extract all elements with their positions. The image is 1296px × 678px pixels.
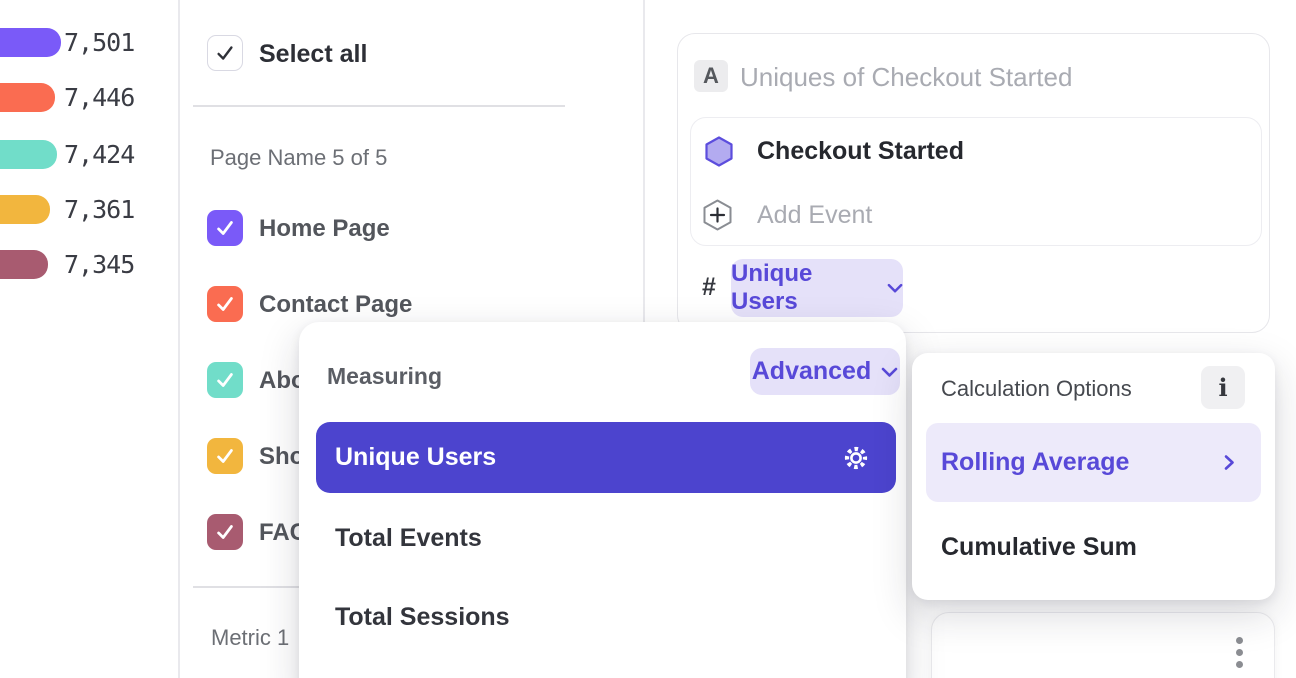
legend-value: 7,446 xyxy=(64,83,134,112)
section-divider xyxy=(193,105,565,107)
add-event-hexagon-plus-icon[interactable] xyxy=(702,199,733,231)
filter-checkbox[interactable] xyxy=(207,438,243,474)
menu-option-label: Unique Users xyxy=(335,443,496,472)
filter-item-label[interactable]: Sho xyxy=(259,443,304,471)
calculation-options-menu: Calculation Options i Rolling Average Cu… xyxy=(912,353,1275,600)
kebab-dot-icon xyxy=(1236,637,1243,644)
menu-option-unique-users[interactable]: Unique Users xyxy=(316,422,896,493)
bar-swatch-icon[interactable] xyxy=(0,195,50,224)
check-icon xyxy=(214,369,236,391)
bar-swatch-icon[interactable] xyxy=(0,250,48,279)
measure-prefix: # xyxy=(702,273,716,302)
measuring-menu: Measuring Advanced Unique Users Total Ev… xyxy=(299,322,906,678)
legend-row: 7,361 xyxy=(0,195,178,224)
info-icon: i xyxy=(1218,373,1227,402)
measure-chip[interactable]: Unique Users xyxy=(731,259,903,317)
filter-checkbox[interactable] xyxy=(207,286,243,322)
measuring-menu-title: Measuring xyxy=(327,363,442,390)
calc-option-rolling-average[interactable]: Rolling Average xyxy=(926,423,1261,502)
kebab-menu-button[interactable] xyxy=(1228,632,1252,674)
group-label: Page Name 5 of 5 xyxy=(210,145,387,171)
metric-title-input[interactable]: Uniques of Checkout Started xyxy=(740,62,1072,93)
analytics-screen: 7,501 7,446 7,424 7,361 7,345 Select all… xyxy=(0,0,1296,678)
bar-swatch-icon[interactable] xyxy=(0,28,61,57)
chart-card xyxy=(931,612,1275,678)
bar-swatch-icon[interactable] xyxy=(0,140,57,169)
filter-checkbox[interactable] xyxy=(207,362,243,398)
select-all-checkbox[interactable] xyxy=(207,35,243,71)
filter-item-label[interactable]: Home Page xyxy=(259,215,390,243)
check-icon xyxy=(214,521,236,543)
event-hexagon-icon xyxy=(704,136,734,167)
measure-chip-label: Unique Users xyxy=(731,260,877,316)
legend-value: 7,361 xyxy=(64,195,134,224)
gear-icon[interactable] xyxy=(840,442,872,474)
bar-swatch-icon[interactable] xyxy=(0,83,55,112)
filter-checkbox[interactable] xyxy=(207,210,243,246)
legend-row: 7,501 xyxy=(0,28,178,57)
check-icon xyxy=(214,445,236,467)
add-event-label[interactable]: Add Event xyxy=(757,201,872,230)
filter-checkbox[interactable] xyxy=(207,514,243,550)
check-icon xyxy=(214,217,236,239)
chevron-right-icon xyxy=(1223,454,1235,471)
series-badge: A xyxy=(694,60,728,92)
legend-value: 7,501 xyxy=(64,28,134,57)
info-button[interactable]: i xyxy=(1201,366,1245,409)
legend-value: 7,424 xyxy=(64,140,134,169)
legend-value: 7,345 xyxy=(64,250,134,279)
advanced-mode-chip[interactable]: Advanced xyxy=(750,348,900,395)
section-divider xyxy=(193,586,301,588)
chevron-down-icon xyxy=(887,282,903,294)
menu-option-total-events[interactable]: Total Events xyxy=(335,524,482,553)
check-icon xyxy=(214,293,236,315)
select-all-label: Select all xyxy=(259,40,367,69)
check-icon xyxy=(214,42,236,64)
legend-row: 7,446 xyxy=(0,83,178,112)
panel-divider xyxy=(178,0,180,678)
calc-option-label: Rolling Average xyxy=(941,448,1129,477)
filter-item-label[interactable]: Contact Page xyxy=(259,291,412,319)
kebab-dot-icon xyxy=(1236,661,1243,668)
calculation-options-title: Calculation Options xyxy=(941,376,1132,402)
legend-row: 7,424 xyxy=(0,140,178,169)
advanced-mode-label: Advanced xyxy=(752,357,871,386)
legend-row: 7,345 xyxy=(0,250,178,279)
menu-option-total-sessions[interactable]: Total Sessions xyxy=(335,603,510,632)
metric-footer-label: Metric 1 xyxy=(211,625,289,651)
chevron-down-icon xyxy=(881,366,898,378)
event-name[interactable]: Checkout Started xyxy=(757,137,964,166)
kebab-dot-icon xyxy=(1236,649,1243,656)
calc-option-cumulative-sum[interactable]: Cumulative Sum xyxy=(941,533,1137,562)
